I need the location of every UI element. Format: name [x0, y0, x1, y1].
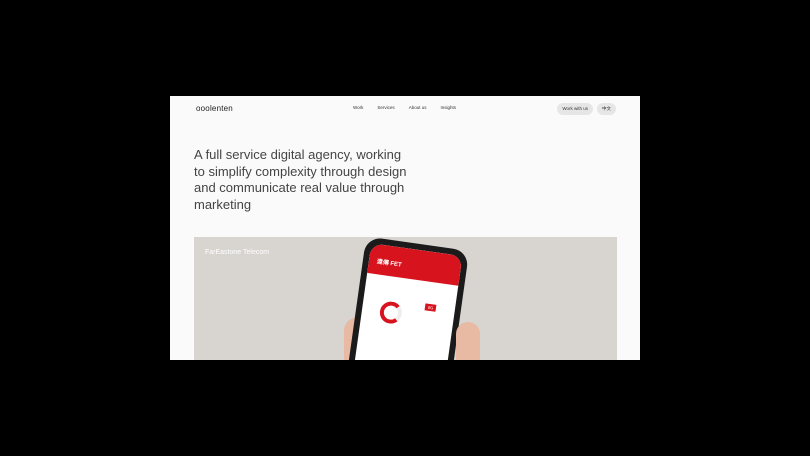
- nav-work[interactable]: Work: [353, 105, 363, 110]
- phone-mockup: 遠傳 FET 5G: [346, 236, 470, 360]
- nav-services[interactable]: Services: [377, 105, 394, 110]
- logo[interactable]: ooolenten: [196, 104, 233, 113]
- usage-ring: [378, 300, 404, 326]
- nav-insights[interactable]: Insights: [440, 105, 456, 110]
- language-button[interactable]: 中文: [597, 103, 616, 115]
- hero-headline: A full service digital agency, working t…: [194, 147, 407, 212]
- hand-image: [456, 322, 480, 360]
- browser-page: ooolenten Work Services About us Insight…: [170, 96, 640, 360]
- nav-about[interactable]: About us: [409, 105, 427, 110]
- featured-project-card[interactable]: FarEastone Telecom 遠傳 FET 5G: [194, 236, 617, 360]
- badge-5g: 5G: [424, 303, 437, 312]
- main-nav: Work Services About us Insights: [353, 105, 456, 110]
- client-name: FarEastone Telecom: [205, 249, 270, 256]
- work-with-us-button[interactable]: Work with us: [557, 103, 593, 115]
- app-title: 遠傳 FET: [367, 243, 463, 286]
